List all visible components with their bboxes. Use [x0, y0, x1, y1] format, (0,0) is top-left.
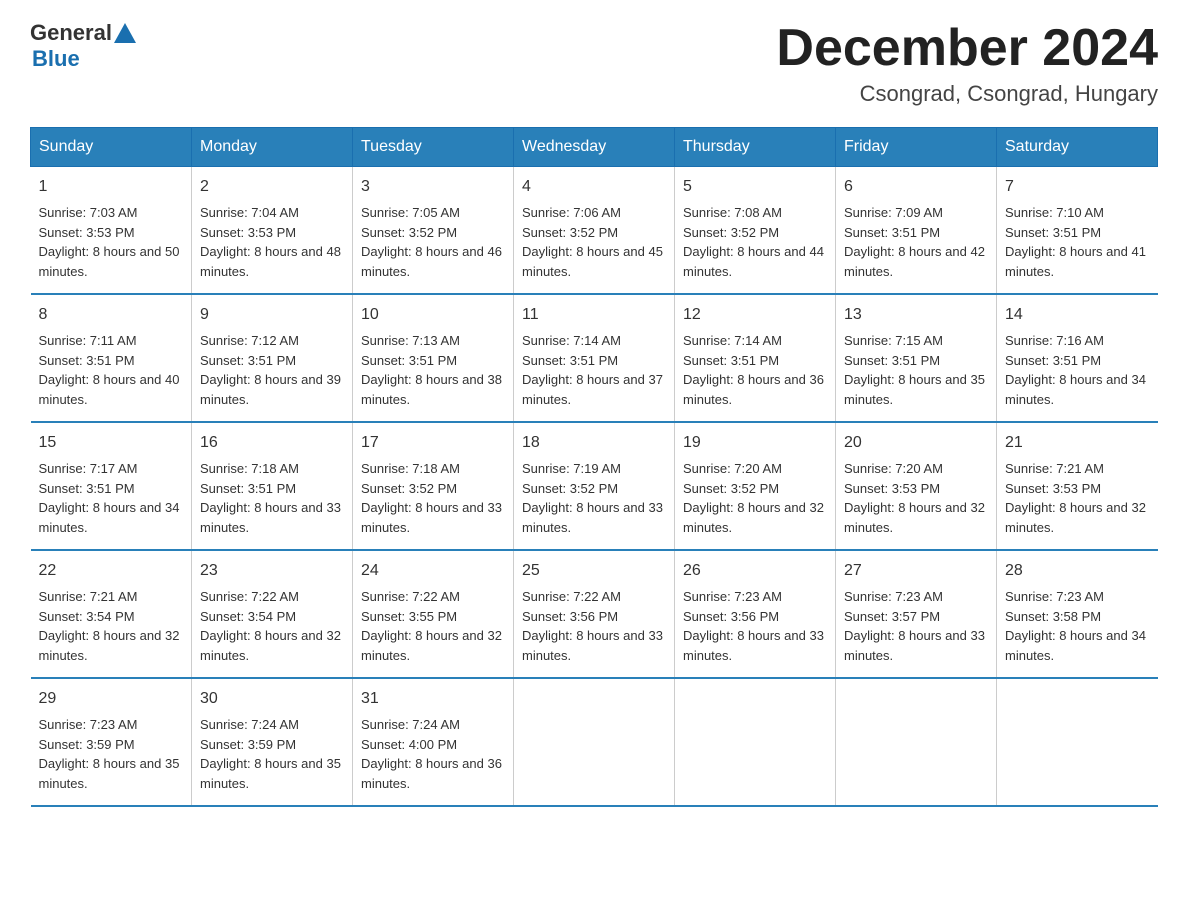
calendar-cell: 22Sunrise: 7:21 AMSunset: 3:54 PMDayligh… [31, 550, 192, 678]
day-number: 6 [844, 175, 988, 199]
day-number: 10 [361, 303, 505, 327]
day-number: 11 [522, 303, 666, 327]
calendar-cell: 17Sunrise: 7:18 AMSunset: 3:52 PMDayligh… [353, 422, 514, 550]
day-number: 2 [200, 175, 344, 199]
week-row-5: 29Sunrise: 7:23 AMSunset: 3:59 PMDayligh… [31, 678, 1158, 806]
calendar-cell: 23Sunrise: 7:22 AMSunset: 3:54 PMDayligh… [192, 550, 353, 678]
calendar-cell: 10Sunrise: 7:13 AMSunset: 3:51 PMDayligh… [353, 294, 514, 422]
calendar-cell: 4Sunrise: 7:06 AMSunset: 3:52 PMDaylight… [514, 167, 675, 295]
day-number: 16 [200, 431, 344, 455]
day-number: 24 [361, 559, 505, 583]
calendar-cell: 30Sunrise: 7:24 AMSunset: 3:59 PMDayligh… [192, 678, 353, 806]
day-number: 15 [39, 431, 184, 455]
calendar-cell: 3Sunrise: 7:05 AMSunset: 3:52 PMDaylight… [353, 167, 514, 295]
calendar-cell: 31Sunrise: 7:24 AMSunset: 4:00 PMDayligh… [353, 678, 514, 806]
week-row-1: 1Sunrise: 7:03 AMSunset: 3:53 PMDaylight… [31, 167, 1158, 295]
day-number: 5 [683, 175, 827, 199]
calendar-cell: 5Sunrise: 7:08 AMSunset: 3:52 PMDaylight… [675, 167, 836, 295]
header-monday: Monday [192, 128, 353, 167]
calendar-cell [514, 678, 675, 806]
day-number: 31 [361, 687, 505, 711]
day-number: 3 [361, 175, 505, 199]
day-number: 23 [200, 559, 344, 583]
day-number: 21 [1005, 431, 1150, 455]
day-number: 25 [522, 559, 666, 583]
calendar-cell: 21Sunrise: 7:21 AMSunset: 3:53 PMDayligh… [997, 422, 1158, 550]
day-number: 26 [683, 559, 827, 583]
day-number: 20 [844, 431, 988, 455]
header-tuesday: Tuesday [353, 128, 514, 167]
calendar-table: SundayMondayTuesdayWednesdayThursdayFrid… [30, 127, 1158, 807]
calendar-cell: 14Sunrise: 7:16 AMSunset: 3:51 PMDayligh… [997, 294, 1158, 422]
logo-general-text: General [30, 20, 112, 46]
calendar-cell [836, 678, 997, 806]
day-number: 17 [361, 431, 505, 455]
calendar-cell: 11Sunrise: 7:14 AMSunset: 3:51 PMDayligh… [514, 294, 675, 422]
calendar-cell: 25Sunrise: 7:22 AMSunset: 3:56 PMDayligh… [514, 550, 675, 678]
calendar-cell: 26Sunrise: 7:23 AMSunset: 3:56 PMDayligh… [675, 550, 836, 678]
day-number: 27 [844, 559, 988, 583]
day-number: 14 [1005, 303, 1150, 327]
day-number: 7 [1005, 175, 1150, 199]
calendar-cell: 29Sunrise: 7:23 AMSunset: 3:59 PMDayligh… [31, 678, 192, 806]
day-number: 9 [200, 303, 344, 327]
calendar-cell: 20Sunrise: 7:20 AMSunset: 3:53 PMDayligh… [836, 422, 997, 550]
calendar-cell: 8Sunrise: 7:11 AMSunset: 3:51 PMDaylight… [31, 294, 192, 422]
calendar-cell: 7Sunrise: 7:10 AMSunset: 3:51 PMDaylight… [997, 167, 1158, 295]
day-number: 12 [683, 303, 827, 327]
day-number: 13 [844, 303, 988, 327]
calendar-cell: 13Sunrise: 7:15 AMSunset: 3:51 PMDayligh… [836, 294, 997, 422]
calendar-cell: 2Sunrise: 7:04 AMSunset: 3:53 PMDaylight… [192, 167, 353, 295]
calendar-cell: 28Sunrise: 7:23 AMSunset: 3:58 PMDayligh… [997, 550, 1158, 678]
calendar-header-row: SundayMondayTuesdayWednesdayThursdayFrid… [31, 128, 1158, 167]
day-number: 28 [1005, 559, 1150, 583]
calendar-cell: 18Sunrise: 7:19 AMSunset: 3:52 PMDayligh… [514, 422, 675, 550]
day-number: 19 [683, 431, 827, 455]
week-row-3: 15Sunrise: 7:17 AMSunset: 3:51 PMDayligh… [31, 422, 1158, 550]
header-friday: Friday [836, 128, 997, 167]
title-block: December 2024 Csongrad, Csongrad, Hungar… [776, 20, 1158, 107]
calendar-cell: 24Sunrise: 7:22 AMSunset: 3:55 PMDayligh… [353, 550, 514, 678]
calendar-cell: 1Sunrise: 7:03 AMSunset: 3:53 PMDaylight… [31, 167, 192, 295]
day-number: 30 [200, 687, 344, 711]
header-sunday: Sunday [31, 128, 192, 167]
calendar-cell [675, 678, 836, 806]
week-row-2: 8Sunrise: 7:11 AMSunset: 3:51 PMDaylight… [31, 294, 1158, 422]
header-wednesday: Wednesday [514, 128, 675, 167]
calendar-cell: 16Sunrise: 7:18 AMSunset: 3:51 PMDayligh… [192, 422, 353, 550]
page-header: General Blue December 2024 Csongrad, Cso… [30, 20, 1158, 107]
week-row-4: 22Sunrise: 7:21 AMSunset: 3:54 PMDayligh… [31, 550, 1158, 678]
month-title: December 2024 [776, 20, 1158, 77]
calendar-cell: 19Sunrise: 7:20 AMSunset: 3:52 PMDayligh… [675, 422, 836, 550]
day-number: 22 [39, 559, 184, 583]
logo-triangle-icon [114, 23, 136, 43]
calendar-cell: 15Sunrise: 7:17 AMSunset: 3:51 PMDayligh… [31, 422, 192, 550]
calendar-cell: 6Sunrise: 7:09 AMSunset: 3:51 PMDaylight… [836, 167, 997, 295]
header-saturday: Saturday [997, 128, 1158, 167]
logo: General Blue [30, 20, 136, 72]
day-number: 8 [39, 303, 184, 327]
logo-blue-text: Blue [32, 46, 80, 71]
calendar-cell: 12Sunrise: 7:14 AMSunset: 3:51 PMDayligh… [675, 294, 836, 422]
header-thursday: Thursday [675, 128, 836, 167]
day-number: 4 [522, 175, 666, 199]
day-number: 1 [39, 175, 184, 199]
location-title: Csongrad, Csongrad, Hungary [776, 81, 1158, 107]
calendar-cell: 27Sunrise: 7:23 AMSunset: 3:57 PMDayligh… [836, 550, 997, 678]
calendar-cell: 9Sunrise: 7:12 AMSunset: 3:51 PMDaylight… [192, 294, 353, 422]
calendar-cell [997, 678, 1158, 806]
day-number: 18 [522, 431, 666, 455]
day-number: 29 [39, 687, 184, 711]
